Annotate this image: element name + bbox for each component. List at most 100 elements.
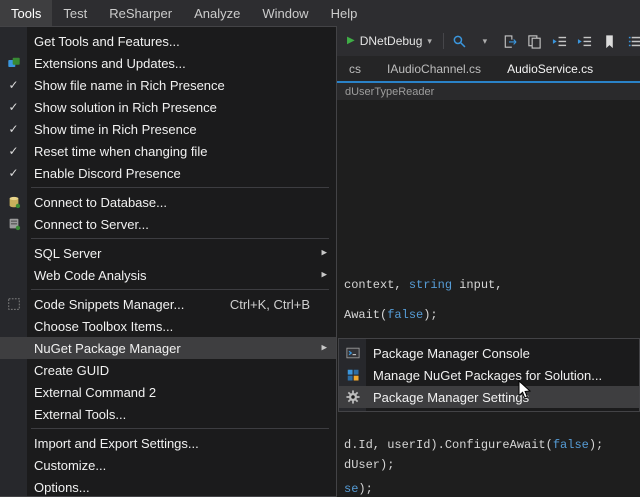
menu-item-web-code-analysis[interactable]: Web Code Analysis ▸ <box>0 264 336 286</box>
task-list-icon[interactable] <box>624 30 640 52</box>
check-icon: ✓ <box>0 101 27 113</box>
menu-item-connect-to-database[interactable]: Connect to Database... <box>0 191 336 213</box>
menu-item-label: Show file name in Rich Presence <box>27 78 225 93</box>
bookmark-icon[interactable] <box>599 30 621 52</box>
check-icon: ✓ <box>0 123 27 135</box>
menubar-item-tools[interactable]: Tools <box>0 0 52 26</box>
menu-item-customize[interactable]: Customize... <box>0 454 336 476</box>
menu-item-label: Package Manager Console <box>366 346 530 361</box>
menubar-item-analyze[interactable]: Analyze <box>183 0 251 26</box>
menubar-item-help[interactable]: Help <box>320 0 369 26</box>
submenu-arrow-icon: ▸ <box>321 248 327 259</box>
menubar-item-window[interactable]: Window <box>251 0 319 26</box>
submenu-arrow-icon: ▸ <box>321 270 327 281</box>
tab-label: IAudioChannel.cs <box>387 62 481 76</box>
menu-item-label: Create GUID <box>27 363 109 378</box>
play-icon: ▶ <box>347 36 355 46</box>
menu-item-get-tools-and-features[interactable]: Get Tools and Features... <box>0 30 336 52</box>
menu-item-show-solution-in-rich-presence[interactable]: ✓Show solution in Rich Presence <box>0 96 336 118</box>
code-text: ); <box>589 438 603 452</box>
menubar-item-resharper[interactable]: ReSharper <box>98 0 183 26</box>
menu-item-label: Package Manager Settings <box>366 390 529 405</box>
menu-item-label: Show solution in Rich Presence <box>27 100 217 115</box>
menu-item-reset-time-when-changing-file[interactable]: ✓Reset time when changing file <box>0 140 336 162</box>
menu-item-label: Import and Export Settings... <box>27 436 199 451</box>
menu-item-label: Connect to Database... <box>27 195 167 210</box>
search-icon[interactable] <box>449 30 471 52</box>
menu-item-label: Extensions and Updates... <box>27 56 186 71</box>
server-icon <box>0 217 27 231</box>
menu-item-show-time-in-rich-presence[interactable]: ✓Show time in Rich Presence <box>0 118 336 140</box>
menu-item-label: Choose Toolbox Items... <box>27 319 173 334</box>
tab-iaudiochannel-cs[interactable]: IAudioChannel.cs <box>374 56 494 81</box>
chevron-down-icon[interactable]: ▾ <box>474 30 496 52</box>
menu-separator <box>31 187 329 188</box>
menu-item-create-guid[interactable]: Create GUID <box>0 359 336 381</box>
menu-item-sql-server[interactable]: SQL Server ▸ <box>0 242 336 264</box>
check-icon: ✓ <box>0 167 27 179</box>
menu-item-label: External Command 2 <box>27 385 156 400</box>
submenu-item-package-manager-settings[interactable]: Package Manager Settings <box>339 386 639 408</box>
menu-item-label: NuGet Package Manager <box>27 341 181 356</box>
menu-item-external-tools[interactable]: External Tools... <box>0 403 336 425</box>
code-line: d.Id, userId).ConfigureAwait(false); <box>344 438 603 453</box>
menu-item-connect-to-server[interactable]: Connect to Server... <box>0 213 336 235</box>
breadcrumb-type-label: dUserTypeReader <box>345 86 434 98</box>
menu-item-external-command-2[interactable]: External Command 2 <box>0 381 336 403</box>
export-icon[interactable] <box>499 30 521 52</box>
code-text: false <box>553 438 589 452</box>
menu-item-label: Manage NuGet Packages for Solution... <box>366 368 602 383</box>
code-text: ); <box>358 482 372 496</box>
menu-item-label: Connect to Server... <box>27 217 149 232</box>
menu-item-label: Show time in Rich Presence <box>27 122 197 137</box>
code-text: false <box>387 308 423 322</box>
menu-item-enable-discord-presence[interactable]: ✓Enable Discord Presence <box>0 162 336 184</box>
tab-label: AudioService.cs <box>507 62 593 76</box>
code-line: dUser); <box>344 458 394 473</box>
database-icon <box>0 195 27 209</box>
tab-audioservice-cs[interactable]: AudioService.cs <box>494 56 606 81</box>
submenu-item-manage-nuget-packages-for-solution[interactable]: Manage NuGet Packages for Solution... <box>339 364 639 386</box>
menu-item-extensions-and-updates[interactable]: Extensions and Updates... <box>0 52 336 74</box>
code-text: string <box>409 278 452 292</box>
check-icon: ✓ <box>0 145 27 157</box>
menu-item-import-and-export-settings[interactable]: Import and Export Settings... <box>0 432 336 454</box>
menu-item-choose-toolbox-items[interactable]: Choose Toolbox Items... <box>0 315 336 337</box>
copy-icon[interactable] <box>524 30 546 52</box>
outdent-icon[interactable] <box>549 30 571 52</box>
vs-window: ToolsTestReSharperAnalyzeWindowHelp ▶ DN… <box>0 0 640 497</box>
tools-menu: Get Tools and Features... Extensions and … <box>0 26 337 497</box>
tab-label: cs <box>349 62 361 76</box>
menu-item-shortcut: Ctrl+K, Ctrl+B <box>230 297 336 312</box>
submenu-arrow-icon: ▸ <box>321 343 327 354</box>
menu-item-label: SQL Server <box>27 246 101 261</box>
code-snippets-icon <box>0 297 27 311</box>
code-text: se <box>344 482 358 496</box>
code-text: ); <box>423 308 437 322</box>
menu-item-label: Enable Discord Presence <box>27 166 181 181</box>
menu-item-label: Customize... <box>27 458 106 473</box>
menu-item-code-snippets-manager[interactable]: Code Snippets Manager... Ctrl+K, Ctrl+B <box>0 293 336 315</box>
check-icon: ✓ <box>0 79 27 91</box>
menu-item-label: Code Snippets Manager... <box>27 297 184 312</box>
nuget-package-manager-submenu: Package Manager Console Manage NuGet Pack… <box>338 338 640 412</box>
toolbar-buttons: ▾ <box>449 30 640 52</box>
code-line: context, string input, <box>344 278 502 293</box>
menu-item-label: Options... <box>27 480 90 495</box>
menu-item-show-file-name-in-rich-presence[interactable]: ✓Show file name in Rich Presence <box>0 74 336 96</box>
code-text: d.Id, userId).ConfigureAwait( <box>344 438 553 452</box>
code-text: context, <box>344 278 409 292</box>
menubar-item-test[interactable]: Test <box>52 0 98 26</box>
code-line: se); <box>344 482 373 497</box>
tab-cs[interactable]: cs <box>336 56 374 81</box>
extensions-icon <box>0 56 27 70</box>
menu-item-options[interactable]: Options... <box>0 476 336 497</box>
submenu-item-package-manager-console[interactable]: Package Manager Console <box>339 342 639 364</box>
start-debug-button[interactable]: ▶ DNetDebug ▾ <box>341 32 438 50</box>
menu-item-nuget-package-manager[interactable]: NuGet Package Manager ▸ <box>0 337 336 359</box>
menu-item-label: Get Tools and Features... <box>27 34 180 49</box>
code-text: dUser); <box>344 458 394 472</box>
code-text: Await( <box>344 308 387 322</box>
indent-icon[interactable] <box>574 30 596 52</box>
menu-item-label: Web Code Analysis <box>27 268 147 283</box>
